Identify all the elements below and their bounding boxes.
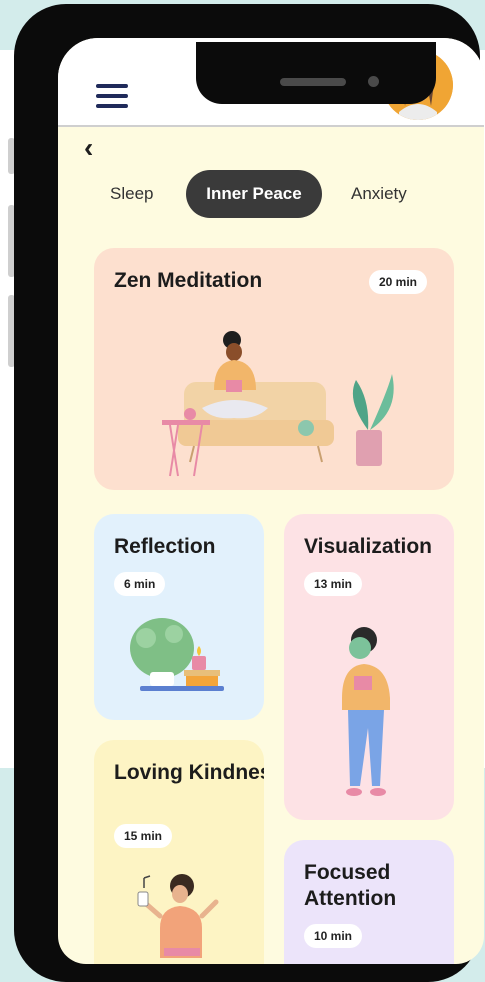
duration-badge: 20 min <box>369 270 428 294</box>
phone-notch <box>196 42 436 104</box>
tab-inner-peace[interactable]: Inner Peace <box>186 170 322 218</box>
tab-anxiety[interactable]: Anxiety <box>351 170 407 218</box>
card-reflection[interactable]: Reflection 6 min <box>94 514 264 720</box>
card-title: Loving Kindness <box>114 761 264 784</box>
card-title: Reflection <box>114 535 216 558</box>
person-illustration <box>342 627 390 796</box>
speaker-grille <box>280 78 346 86</box>
app-screen: ‹ Sleep Inner Peace Anxiety Zen Meditati… <box>58 38 484 964</box>
duration-badge: 6 min <box>114 572 166 596</box>
card-zen-meditation[interactable]: Zen Meditation 20 min <box>94 248 454 490</box>
card-title: Zen Meditation <box>114 269 263 292</box>
person-illustration <box>137 874 219 958</box>
card-title: Visualization <box>304 535 432 558</box>
card-loving-kindness[interactable]: Loving Kindness 15 min <box>94 740 264 964</box>
hamburger-menu-icon[interactable] <box>96 84 128 110</box>
card-title: Focused Attention <box>304 861 397 910</box>
category-tabs: Sleep Inner Peace Anxiety <box>58 170 484 220</box>
duration-badge: 15 min <box>114 824 173 848</box>
chevron-left-icon[interactable]: ‹ <box>84 134 93 162</box>
meditation-illustration <box>162 331 394 477</box>
card-focused-attention[interactable]: Focused Attention 10 min <box>284 840 454 964</box>
duration-badge: 13 min <box>304 572 363 596</box>
plant-illustration <box>130 618 224 691</box>
front-camera <box>368 76 379 87</box>
tab-sleep[interactable]: Sleep <box>110 170 153 218</box>
card-visualization[interactable]: Visualization 13 min <box>284 514 454 820</box>
phone-frame: ‹ Sleep Inner Peace Anxiety Zen Meditati… <box>14 4 484 982</box>
duration-badge: 10 min <box>304 924 363 948</box>
